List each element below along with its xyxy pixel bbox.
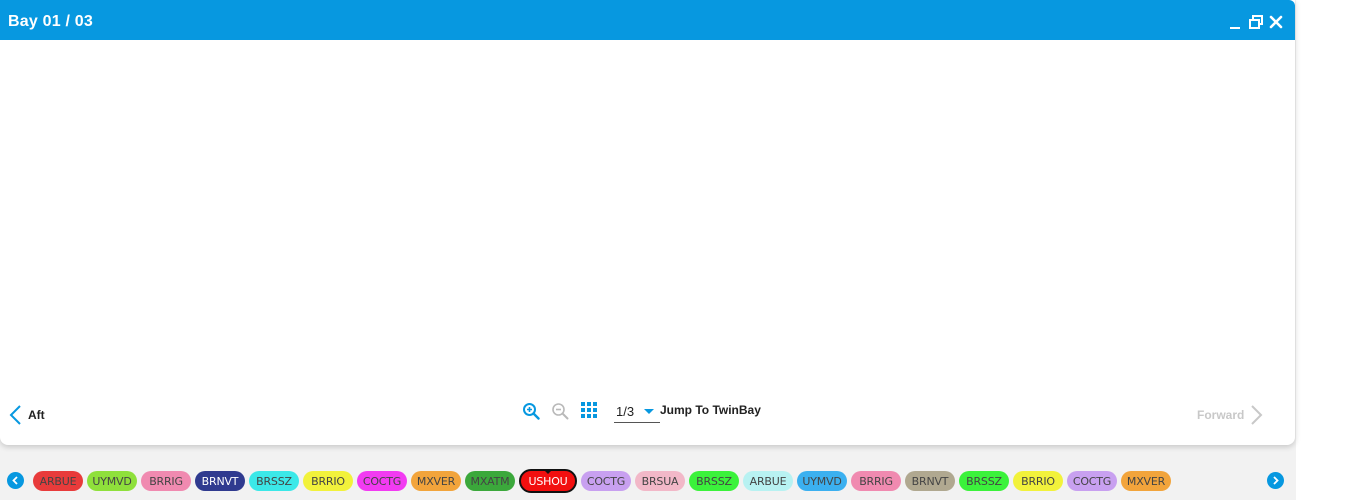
port-chip[interactable]: ARBUE xyxy=(743,471,793,491)
chevron-left-icon xyxy=(9,405,21,425)
port-chip[interactable]: BRRIG xyxy=(141,471,191,491)
forward-label: Forward xyxy=(1197,408,1245,422)
jump-to-twinbay-link[interactable]: Jump To TwinBay xyxy=(660,403,761,417)
chevron-right-icon xyxy=(1251,405,1263,425)
port-chip[interactable]: COCTG xyxy=(581,471,631,491)
right-margin xyxy=(1296,0,1350,500)
titlebar-tab xyxy=(1255,0,1285,10)
port-chip[interactable]: MXATM xyxy=(465,471,515,491)
port-chip[interactable]: MXVER xyxy=(1121,471,1171,491)
port-chip[interactable]: COCTG xyxy=(1067,471,1117,491)
bay-footer: Aft 1/3 Jump To TwinBay Forward xyxy=(0,398,1295,428)
forward-button[interactable]: Forward xyxy=(1197,404,1264,426)
close-icon[interactable] xyxy=(1269,15,1283,29)
page-select[interactable]: 1/3 xyxy=(614,400,660,423)
port-chip[interactable]: COCTG xyxy=(357,471,407,491)
zoom-in-icon[interactable] xyxy=(522,402,540,425)
minimize-icon[interactable] xyxy=(1229,15,1241,29)
page-value: 1/3 xyxy=(616,403,635,419)
port-chip[interactable]: USHOU xyxy=(519,469,577,493)
zoom-out-icon[interactable] xyxy=(551,402,569,425)
grid-view-icon[interactable] xyxy=(581,402,598,424)
port-chip[interactable]: MXVER xyxy=(411,471,461,491)
port-chip[interactable]: UYMVD xyxy=(797,471,847,491)
port-chip-strip: ARBUE UYMVD BRRIG BRNVT BRSSZ BRRIO COCTG MXVER… xyxy=(0,468,1296,494)
port-chip[interactable]: BRSSZ xyxy=(689,471,739,491)
aft-label: Aft xyxy=(28,408,45,422)
port-chip[interactable]: BRRIO xyxy=(1013,471,1063,491)
port-chip[interactable]: BRNVT xyxy=(905,471,955,491)
chips-viewport: ARBUE UYMVD BRRIG BRNVT BRSSZ BRRIO COCTG MXVER… xyxy=(33,468,1260,494)
window-title: Bay 01 / 03 xyxy=(8,13,93,30)
port-chip[interactable]: BRNVT xyxy=(195,471,245,491)
caret-down-icon xyxy=(644,409,654,414)
port-chip[interactable]: BRSUA xyxy=(635,471,685,491)
window-titlebar[interactable]: Bay 01 / 03 xyxy=(0,0,1295,40)
scroll-left-icon[interactable] xyxy=(7,472,24,489)
port-chip[interactable]: BRSSZ xyxy=(249,471,299,491)
port-chip[interactable]: ARBUE xyxy=(33,471,83,491)
aft-button[interactable]: Aft xyxy=(8,404,45,426)
chips-list: ARBUE UYMVD BRRIG BRNVT BRSSZ BRRIO COCTG MXVER… xyxy=(33,468,1260,494)
port-chip[interactable]: UYMVD xyxy=(87,471,137,491)
bay-window: Bay 01 / 03 Aft 1/3 Jump To TwinBay Forw… xyxy=(0,0,1295,445)
port-chip[interactable]: BRRIO xyxy=(303,471,353,491)
port-chip[interactable]: BRSSZ xyxy=(959,471,1009,491)
restore-icon[interactable] xyxy=(1249,15,1263,29)
port-chip[interactable]: BRRIG xyxy=(851,471,901,491)
scroll-right-icon[interactable] xyxy=(1267,472,1284,489)
